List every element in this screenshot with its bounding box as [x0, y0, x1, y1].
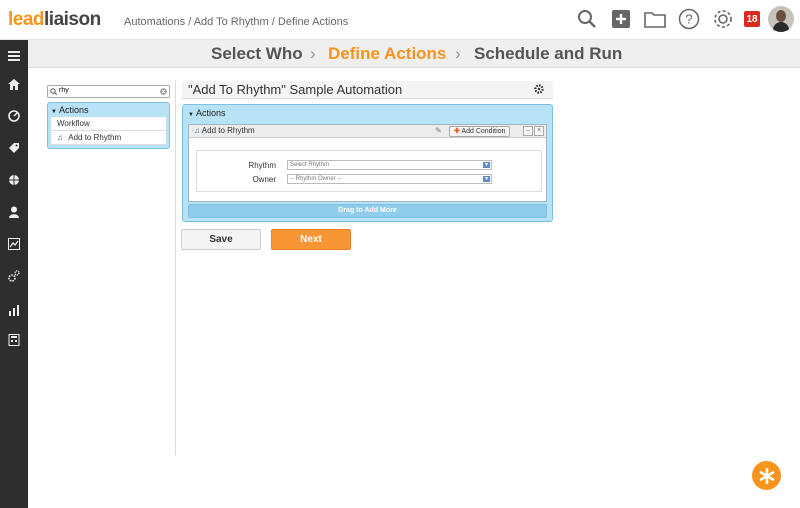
logo-lead-text: lead — [8, 9, 45, 30]
analytics-icon[interactable] — [6, 302, 22, 318]
owner-label: Owner — [252, 175, 276, 184]
actions-tree-header-label: Actions — [58, 105, 89, 115]
rhythm-select-value: Select Rhythm — [290, 162, 330, 168]
save-button[interactable]: Save — [181, 229, 261, 250]
globe-icon[interactable] — [6, 172, 22, 188]
add-condition-button[interactable]: ✚ Add Condition — [449, 126, 511, 137]
panel-divider — [175, 80, 176, 455]
tree-item-label: Workflow — [57, 119, 90, 128]
action-card-add-to-rhythm: ♫ Add to Rhythm ✎ ✚ Add Condition – × Rh… — [188, 124, 547, 202]
help-widget-button[interactable] — [752, 461, 781, 490]
caret-down-icon: ▼ — [188, 112, 194, 118]
actions-tree-header[interactable]: ▼ Actions — [51, 105, 166, 117]
calculator-icon[interactable] — [6, 332, 22, 348]
note-icon[interactable]: ✎ — [435, 126, 442, 135]
search-icon — [50, 88, 57, 95]
action-picker-panel: ▼ Actions Workflow ♫ Add to Rhythm — [47, 85, 170, 149]
owner-select[interactable]: -- Rhythm Owner -- ▼ — [287, 174, 492, 184]
action-card-title: Add to Rhythm — [201, 126, 255, 135]
add-condition-label: Add Condition — [461, 128, 506, 135]
caret-down-icon: ▼ — [51, 109, 57, 115]
tree-item-workflow[interactable]: Workflow — [51, 117, 166, 131]
menu-icon[interactable] — [6, 48, 22, 64]
action-search-input[interactable] — [59, 87, 154, 94]
action-card-header: ♫ Add to Rhythm ✎ ✚ Add Condition – × — [189, 125, 546, 138]
dashboard-icon[interactable] — [6, 108, 22, 124]
plus-icon: ✚ — [454, 128, 460, 135]
owner-select-value: -- Rhythm Owner -- — [290, 176, 342, 182]
help-icon[interactable]: ? — [676, 6, 702, 32]
add-icon[interactable] — [608, 6, 634, 32]
chevron-right-icon: › — [310, 44, 316, 63]
chevron-down-icon: ▼ — [483, 176, 490, 182]
tree-item-label: Add to Rhythm — [68, 133, 122, 142]
actions-tree: ▼ Actions Workflow ♫ Add to Rhythm — [47, 102, 170, 149]
next-button[interactable]: Next — [271, 229, 351, 250]
wizard-steps: Select Who › Define Actions › Schedule a… — [28, 40, 800, 68]
music-note-icon: ♫ — [194, 126, 200, 135]
tag-icon[interactable] — [6, 140, 22, 156]
top-icons: ? 18 — [574, 6, 794, 32]
top-header: leadliaison Automations / Add To Rhythm … — [0, 0, 800, 40]
gear-icon[interactable] — [534, 84, 544, 97]
actions-header[interactable]: ▼ Actions — [188, 108, 225, 118]
app-logo[interactable]: leadliaison — [8, 9, 101, 31]
notification-badge[interactable]: 18 — [744, 11, 760, 27]
left-sidebar — [0, 40, 28, 508]
action-card-title-wrap: ♫ Add to Rhythm — [194, 126, 255, 135]
chevron-down-icon: ▼ — [483, 162, 490, 168]
svg-text:?: ? — [685, 12, 692, 27]
reports-icon[interactable] — [6, 236, 22, 252]
drag-to-add-more-zone[interactable]: Drag to Add More — [188, 204, 547, 218]
automation-title: "Add To Rhythm" Sample Automation — [188, 82, 403, 97]
rhythm-label: Rhythm — [248, 161, 276, 170]
actions-container: ▼ Actions ♫ Add to Rhythm ✎ ✚ Add Condit… — [182, 104, 553, 222]
close-icon[interactable]: × — [534, 126, 544, 136]
tree-item-add-to-rhythm[interactable]: ♫ Add to Rhythm — [51, 131, 166, 145]
logo-liaison-text: liaison — [44, 9, 101, 30]
home-icon[interactable] — [6, 76, 22, 92]
asterisk-icon — [759, 467, 774, 484]
rhythm-select[interactable]: Select Rhythm ▼ — [287, 160, 492, 170]
step-define-actions[interactable]: Define Actions — [328, 44, 446, 64]
user-icon[interactable] — [6, 204, 22, 220]
step-select-who[interactable]: Select Who — [211, 44, 303, 64]
step-schedule-and-run[interactable]: Schedule and Run — [474, 44, 622, 64]
action-search-box — [47, 85, 170, 98]
chevron-right-icon: › — [455, 44, 461, 63]
folder-icon[interactable] — [642, 6, 668, 32]
action-form: Rhythm Select Rhythm ▼ Owner -- Rhythm O… — [196, 150, 542, 192]
automation-title-bar: "Add To Rhythm" Sample Automation — [182, 81, 553, 99]
search-icon[interactable] — [574, 6, 600, 32]
settings-icon[interactable] — [710, 6, 736, 32]
actions-header-label: Actions — [195, 108, 226, 118]
user-avatar[interactable] — [768, 6, 794, 32]
music-note-icon: ♫ — [57, 133, 63, 142]
clear-icon[interactable] — [160, 88, 167, 95]
minimize-icon[interactable]: – — [523, 126, 533, 136]
automation-icon[interactable] — [6, 268, 22, 284]
breadcrumb: Automations / Add To Rhythm / Define Act… — [124, 16, 349, 28]
